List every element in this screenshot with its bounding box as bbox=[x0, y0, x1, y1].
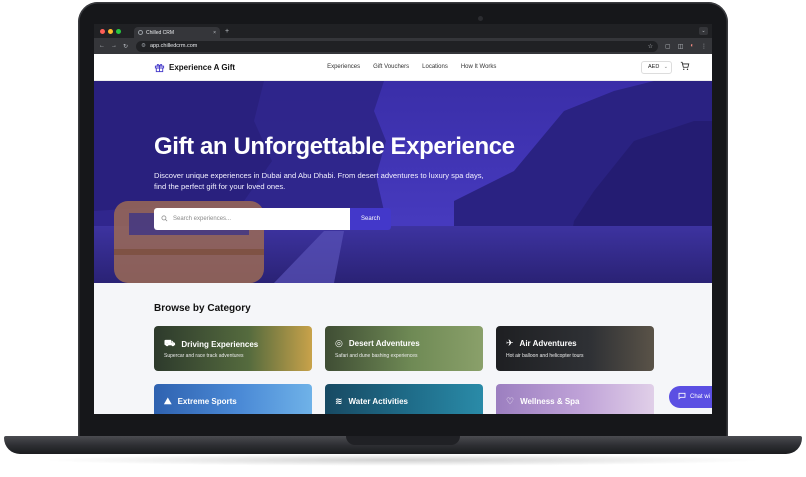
category-card-driving[interactable]: ⛟ Driving Experiences Supercar and race t… bbox=[154, 326, 312, 371]
browser-menu-icon[interactable]: ⋮ bbox=[701, 43, 707, 50]
category-title: Extreme Sports bbox=[177, 397, 237, 406]
main-nav: Experiences Gift Vouchers Locations How … bbox=[327, 64, 496, 70]
category-card-extreme[interactable]: ⛰ Extreme Sports bbox=[154, 384, 312, 414]
car-icon: ⛟ bbox=[164, 338, 176, 348]
bookmark-star-icon[interactable]: ☆ bbox=[648, 43, 653, 50]
category-title: Driving Experiences bbox=[181, 339, 259, 349]
browser-tab[interactable]: Chilled CRM × bbox=[134, 27, 220, 38]
mountain-icon: ⛰ bbox=[164, 396, 172, 406]
cart-icon[interactable] bbox=[680, 58, 690, 76]
search-input[interactable]: Search experiences... bbox=[154, 208, 350, 230]
category-card-desert[interactable]: ◎ Desert Adventures Safari and dune bashi… bbox=[325, 326, 483, 371]
forward-icon[interactable]: → bbox=[111, 43, 117, 49]
category-section: Browse by Category ⛟ Driving Experiences … bbox=[94, 283, 712, 414]
url-text: app.chilledcrm.com bbox=[149, 43, 198, 49]
section-heading: Browse by Category bbox=[154, 303, 251, 314]
chat-widget-button[interactable]: Chat wi bbox=[669, 386, 712, 408]
search-placeholder: Search experiences... bbox=[173, 216, 232, 222]
back-icon[interactable]: ← bbox=[99, 43, 105, 49]
tab-title: Chilled CRM bbox=[146, 29, 175, 36]
browser-toolbar: ← → ↻ ⚙ app.chilledcrm.com ☆ ▢ ◫ ◐ ⋮ bbox=[94, 38, 712, 54]
laptop-shadow bbox=[40, 454, 766, 466]
currency-value: AED bbox=[648, 64, 660, 70]
split-view-icon[interactable]: ◫ bbox=[678, 43, 684, 50]
browser-tab-bar: Chilled CRM × + ⌄ bbox=[94, 24, 712, 38]
site-header: Experience A Gift Experiences Gift Vouch… bbox=[94, 54, 712, 81]
category-card-air[interactable]: ✈ Air Adventures Hot air balloon and heli… bbox=[496, 326, 654, 371]
nav-experiences[interactable]: Experiences bbox=[327, 64, 360, 70]
compass-icon: ◎ bbox=[335, 338, 343, 348]
hero-subtitle: Discover unique experiences in Dubai and… bbox=[154, 171, 484, 191]
site-info-icon[interactable]: ⚙ bbox=[141, 43, 146, 49]
new-tab-button[interactable]: + bbox=[225, 28, 229, 35]
reload-icon[interactable]: ↻ bbox=[123, 43, 128, 50]
category-card-wellness[interactable]: ♡ Wellness & Spa bbox=[496, 384, 654, 414]
search-button[interactable]: Search bbox=[350, 208, 391, 230]
search-icon bbox=[161, 215, 168, 224]
chat-label: Chat wi bbox=[690, 394, 711, 400]
category-card-water[interactable]: ≋ Water Activities bbox=[325, 384, 483, 414]
nav-gift-vouchers[interactable]: Gift Vouchers bbox=[373, 64, 409, 70]
brand-logo[interactable]: Experience A Gift bbox=[154, 62, 235, 73]
heart-icon: ♡ bbox=[506, 396, 515, 406]
plane-icon: ✈ bbox=[506, 338, 514, 348]
extensions-icon[interactable]: ▢ bbox=[665, 43, 671, 50]
chevron-down-icon: ⌄ bbox=[663, 64, 668, 70]
webcam bbox=[478, 16, 483, 21]
nav-how-it-works[interactable]: How It Works bbox=[461, 64, 497, 70]
nav-locations[interactable]: Locations bbox=[422, 64, 448, 70]
tab-close-icon[interactable]: × bbox=[213, 30, 216, 36]
category-desc: Safari and dune bashing experiences bbox=[335, 353, 418, 359]
category-title: Desert Adventures bbox=[348, 339, 420, 348]
profile-icon[interactable]: ◐ bbox=[690, 43, 694, 49]
tab-favicon-icon bbox=[138, 30, 143, 35]
category-desc: Supercar and race track adventures bbox=[164, 353, 244, 359]
laptop-mockup: Chilled CRM × + ⌄ ← → ↻ ⚙ app.chilledcrm… bbox=[0, 0, 806, 477]
currency-select[interactable]: AED ⌄ bbox=[641, 60, 672, 74]
waves-icon: ≋ bbox=[335, 396, 343, 406]
category-grid: ⛟ Driving Experiences Supercar and race t… bbox=[154, 326, 712, 414]
category-title: Water Activities bbox=[348, 397, 408, 406]
close-window-button[interactable] bbox=[100, 28, 105, 34]
category-title: Air Adventures bbox=[519, 339, 577, 348]
maximize-window-button[interactable] bbox=[116, 28, 121, 34]
category-title: Wellness & Spa bbox=[520, 397, 580, 406]
category-desc: Hot air balloon and helicopter tours bbox=[506, 353, 584, 359]
laptop-notch bbox=[346, 436, 460, 445]
gift-icon bbox=[154, 63, 165, 72]
chat-bubble-icon bbox=[678, 392, 686, 402]
hero-title: Gift an Unforgettable Experience bbox=[154, 133, 515, 160]
hero-section: Gift an Unforgettable Experience Discove… bbox=[94, 81, 712, 283]
minimize-window-button[interactable] bbox=[108, 28, 113, 34]
address-bar[interactable]: ⚙ app.chilledcrm.com ☆ bbox=[136, 40, 659, 52]
laptop-screen: Chilled CRM × + ⌄ ← → ↻ ⚙ app.chilledcrm… bbox=[94, 24, 712, 414]
tab-search-icon[interactable]: ⌄ bbox=[699, 27, 708, 35]
brand-name: Experience A Gift bbox=[169, 62, 236, 72]
